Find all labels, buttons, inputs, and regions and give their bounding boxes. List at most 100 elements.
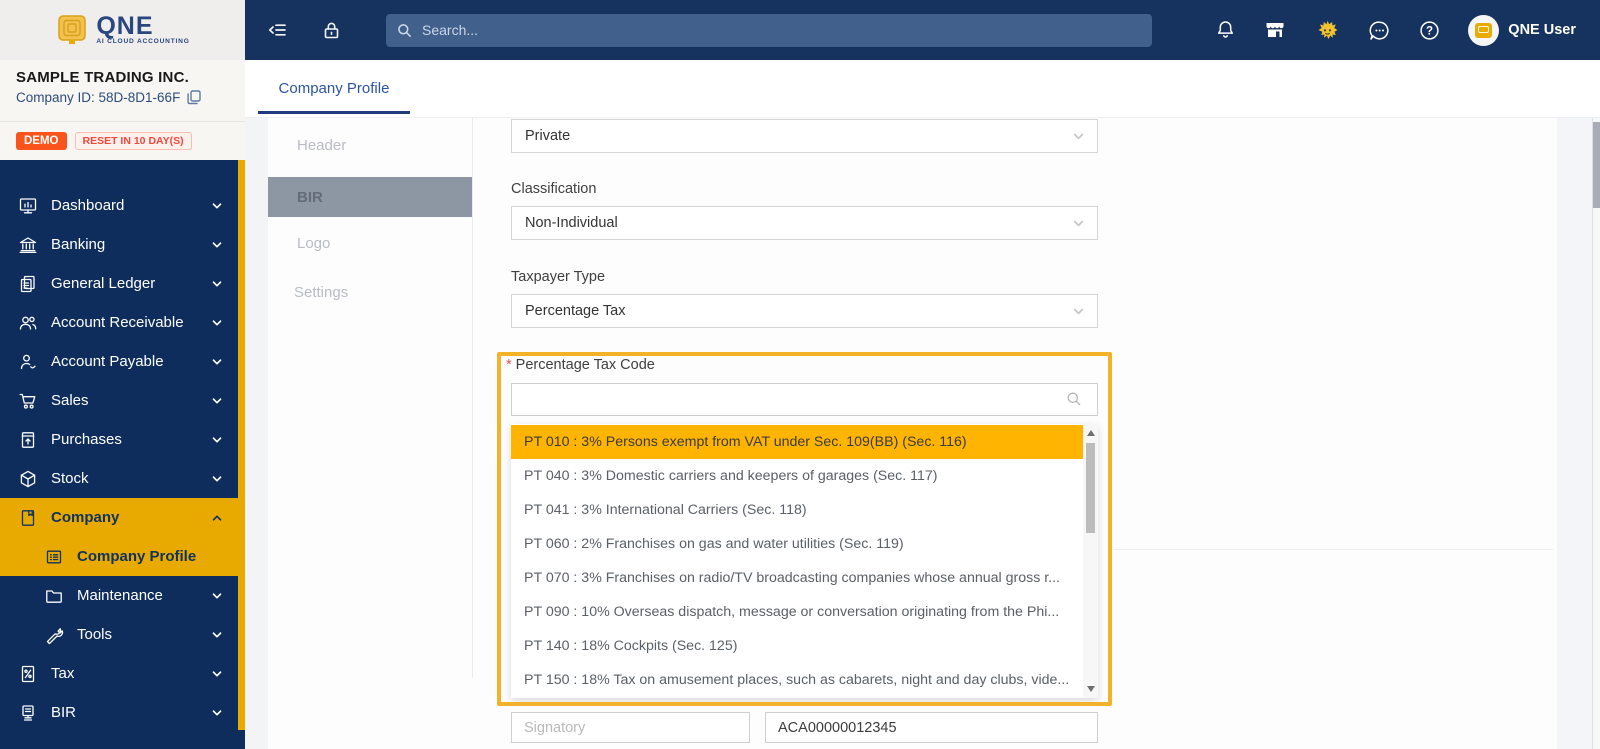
sidebar: QNE AI CLOUD ACCOUNTING SAMPLE TRADING I… bbox=[0, 0, 245, 749]
percentage-tax-code-input[interactable] bbox=[511, 383, 1098, 416]
dropdown-option[interactable]: PT 041 : 3% International Carriers (Sec.… bbox=[511, 493, 1083, 527]
chat-icon[interactable] bbox=[1368, 19, 1391, 42]
sidebar-item-dashboard[interactable]: Dashboard bbox=[0, 186, 245, 225]
sidebar-nav: Dashboard Banking General Ledger Account… bbox=[0, 160, 245, 749]
copy-icon[interactable] bbox=[187, 90, 202, 105]
scroll-up-arrow[interactable] bbox=[1086, 430, 1095, 436]
chevron-down-icon bbox=[212, 631, 222, 638]
terminal-device-icon bbox=[22, 704, 34, 721]
subnav-item-logo[interactable]: Logo bbox=[297, 235, 330, 252]
sidebar-item-maintenance[interactable]: Maintenance bbox=[0, 576, 245, 615]
sidebar-item-account-receivable[interactable]: Account Receivable bbox=[0, 303, 245, 342]
wrench-icon bbox=[46, 627, 64, 644]
content-left-gutter bbox=[245, 118, 268, 749]
sidebar-item-general-ledger[interactable]: General Ledger bbox=[0, 264, 245, 303]
store-icon[interactable] bbox=[1263, 19, 1287, 41]
sidebar-item-tax[interactable]: Tax bbox=[0, 654, 245, 693]
dropdown-option[interactable]: PT 040 : 3% Domestic carriers and keeper… bbox=[511, 459, 1083, 493]
logo-subtitle: AI CLOUD ACCOUNTING bbox=[96, 37, 190, 45]
section-divider bbox=[1113, 549, 1553, 550]
chevron-down-icon bbox=[1073, 133, 1084, 139]
sidebar-item-stock[interactable]: Stock bbox=[0, 459, 245, 498]
chevron-down-icon bbox=[212, 397, 222, 404]
page-scrollbar[interactable] bbox=[1592, 118, 1600, 749]
demo-badge: DEMO bbox=[16, 132, 67, 150]
chevron-down-icon bbox=[212, 475, 222, 482]
sidebar-item-purchases[interactable]: Purchases bbox=[0, 420, 245, 459]
folder-icon bbox=[46, 589, 62, 603]
bank-icon bbox=[19, 236, 37, 253]
chevron-down-icon bbox=[212, 670, 222, 677]
qne-logo[interactable]: QNE AI CLOUD ACCOUNTING bbox=[0, 0, 245, 60]
sidebar-item-label: Tools bbox=[77, 626, 113, 643]
company-name: SAMPLE TRADING INC. bbox=[16, 69, 189, 86]
company-id: Company ID: 58D-8D1-66F bbox=[16, 90, 181, 105]
sidebar-item-company-profile[interactable]: Company Profile bbox=[0, 537, 245, 576]
dropdown-option[interactable]: PT 140 : 18% Cockpits (Sec. 125) bbox=[511, 629, 1083, 663]
cart-icon bbox=[19, 393, 36, 409]
help-icon[interactable]: ? bbox=[1418, 19, 1441, 42]
signatory-input[interactable] bbox=[511, 712, 750, 743]
chevron-down-icon bbox=[212, 202, 222, 209]
dropdown-option[interactable]: PT 150 : 18% Tax on amusement places, su… bbox=[511, 663, 1083, 697]
sidebar-item-label: Company Profile bbox=[77, 548, 197, 565]
global-search bbox=[386, 13, 1152, 47]
sidebar-item-label: Company bbox=[51, 509, 120, 526]
subnav-item-settings[interactable]: Settings bbox=[294, 284, 348, 301]
company-profile-page: Header BIR Logo Settings Private Classif… bbox=[245, 118, 1600, 749]
company-info: SAMPLE TRADING INC. Company ID: 58D-8D1-… bbox=[0, 60, 245, 122]
subnav-divider bbox=[472, 118, 473, 678]
sidebar-item-label: BIR bbox=[51, 704, 77, 721]
mascot-icon[interactable] bbox=[1314, 17, 1341, 43]
scrollbar-thumb[interactable] bbox=[1086, 443, 1095, 533]
tab-label: Company Profile bbox=[278, 80, 390, 97]
sidebar-item-label: Purchases bbox=[51, 431, 122, 448]
search-input[interactable] bbox=[420, 21, 1141, 39]
bell-icon[interactable] bbox=[1215, 19, 1236, 41]
sidebar-group-company: Company Company Profile bbox=[0, 498, 245, 576]
dropdown-option[interactable]: PT 070 : 3% Franchises on radio/TV broad… bbox=[511, 561, 1083, 595]
classification-select[interactable]: Non-Individual bbox=[511, 206, 1098, 240]
badge-row: DEMO RESET IN 10 DAY(S) bbox=[0, 122, 245, 160]
accreditation-number-input[interactable] bbox=[765, 712, 1098, 743]
cube-icon bbox=[20, 470, 36, 487]
chevron-down-icon bbox=[212, 358, 222, 365]
dropdown-option[interactable]: PT 060 : 2% Franchises on gas and water … bbox=[511, 527, 1083, 561]
bookmark-square-icon bbox=[21, 509, 35, 526]
ownership-select[interactable]: Private bbox=[511, 119, 1098, 153]
sidebar-item-tools[interactable]: Tools bbox=[0, 615, 245, 654]
subnav-item-bir[interactable]: BIR bbox=[268, 177, 472, 217]
scroll-down-arrow[interactable] bbox=[1086, 686, 1095, 692]
chevron-down-icon bbox=[212, 592, 222, 599]
sidebar-item-label: Banking bbox=[51, 236, 106, 253]
sidebar-item-label: Tax bbox=[51, 665, 75, 682]
sidebar-item-label: Account Payable bbox=[51, 353, 164, 370]
tab-company-profile[interactable]: Company Profile bbox=[258, 60, 410, 117]
reset-countdown-badge: RESET IN 10 DAY(S) bbox=[74, 132, 192, 150]
required-marker: * bbox=[506, 357, 512, 373]
chevron-down-icon bbox=[212, 280, 222, 287]
collapse-menu-icon[interactable] bbox=[267, 19, 289, 41]
classification-label: Classification bbox=[511, 181, 597, 197]
ledger-icon bbox=[20, 275, 35, 292]
svg-text:?: ? bbox=[1426, 25, 1433, 37]
user-menu[interactable]: QNE User bbox=[1468, 14, 1576, 46]
sidebar-item-account-payable[interactable]: Account Payable bbox=[0, 342, 245, 381]
chevron-down-icon bbox=[1073, 220, 1084, 226]
dropdown-scrollbar[interactable] bbox=[1083, 424, 1098, 698]
sidebar-item-bir[interactable]: BIR bbox=[0, 693, 245, 732]
tab-bar: Company Profile bbox=[245, 60, 1600, 118]
sidebar-item-label: General Ledger bbox=[51, 275, 156, 292]
dropdown-option[interactable]: PT 090 : 10% Overseas dispatch, message … bbox=[511, 595, 1083, 629]
sidebar-item-sales[interactable]: Sales bbox=[0, 381, 245, 420]
taxpayer-type-select[interactable]: Percentage Tax bbox=[511, 294, 1098, 328]
top-header: ? QNE User bbox=[245, 0, 1600, 60]
logo-title: QNE bbox=[96, 11, 154, 40]
page-scrollbar-thumb[interactable] bbox=[1593, 122, 1600, 208]
lock-icon[interactable] bbox=[321, 20, 342, 41]
subnav-item-header[interactable]: Header bbox=[297, 137, 346, 154]
sidebar-item-banking[interactable]: Banking bbox=[0, 225, 245, 264]
dropdown-option[interactable]: PT 010 : 3% Persons exempt from VAT unde… bbox=[511, 425, 1083, 459]
sidebar-item-company[interactable]: Company bbox=[0, 498, 245, 537]
profile-card-icon bbox=[46, 550, 62, 563]
